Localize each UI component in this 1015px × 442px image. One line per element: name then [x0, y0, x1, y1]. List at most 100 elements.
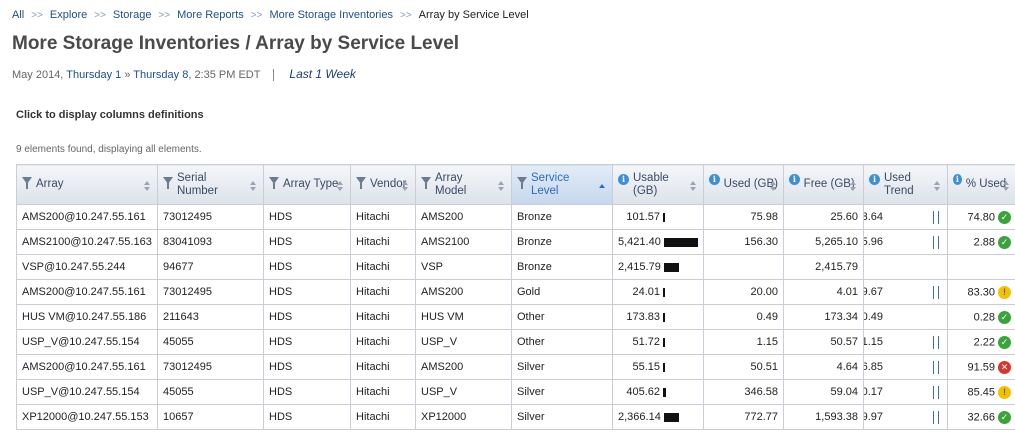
trend-sparkline[interactable] — [933, 286, 939, 299]
column-header-array-type[interactable]: Array Type — [263, 164, 351, 205]
usable-bar-track — [661, 236, 699, 248]
table-row: AMS200@10.247.55.161 73012495 HDS Hitachi AM… — [16, 204, 1015, 230]
column-header-content: Array Model — [421, 172, 506, 198]
usable-bar-track — [660, 386, 698, 398]
column-header-used-trend[interactable]: i Used Trend — [863, 164, 948, 205]
usable-bar — [663, 312, 665, 322]
cell-array: AMS200@10.247.55.161 — [16, 279, 158, 305]
filter-icon[interactable] — [163, 177, 173, 189]
column-header-serial-number[interactable]: Serial Number — [157, 164, 264, 205]
percent-value: 32.66 — [967, 410, 995, 423]
breadcrumb-item-explore[interactable]: Explore — [50, 9, 87, 21]
table-header-row: Array Serial Number Array Type Vendor Array … — [16, 164, 1015, 205]
filter-icon[interactable] — [269, 177, 279, 189]
sort-ascending-icon[interactable] — [599, 181, 605, 191]
sort-icon[interactable] — [337, 181, 343, 191]
column-header-vendor[interactable]: Vendor — [350, 164, 416, 205]
sort-icon[interactable] — [1003, 181, 1009, 191]
sort-icon[interactable] — [498, 181, 504, 191]
column-header-content: i Used (GB) — [709, 174, 778, 191]
breadcrumb: All >> Explore >> Storage >> More Reports >> Mor… — [12, 9, 529, 21]
percent-value: 74.80 — [967, 210, 995, 223]
column-header-usable-gb[interactable]: i Usable (GB) — [612, 164, 704, 205]
inventory-table: Array Serial Number Array Type Vendor Array … — [16, 164, 1015, 430]
status-ok-icon: ✓ — [998, 235, 1011, 249]
trend-sparkline[interactable] — [933, 386, 939, 399]
cell-free: 59.04 — [783, 379, 864, 405]
usable-bar — [663, 337, 665, 347]
status-critical-icon: ✕ — [998, 360, 1011, 374]
column-header-used[interactable]: i% Used — [947, 164, 1015, 205]
cell-vendor: Hitachi — [350, 354, 416, 380]
cell-array-type: HDS — [263, 204, 351, 230]
breadcrumb-item-storage[interactable]: Storage — [113, 9, 152, 21]
breadcrumb-separator: >> — [31, 10, 43, 21]
cell-serial: 211643 — [157, 304, 264, 330]
table-row: USP_V@10.247.55.154 45055 HDS Hitachi USP_V O… — [16, 329, 1015, 355]
column-header-used-gb[interactable]: i Used (GB) — [703, 164, 784, 205]
cell-used: 75.98 — [703, 204, 784, 230]
filter-icon[interactable] — [356, 177, 366, 189]
sort-icon[interactable] — [850, 181, 856, 191]
sort-icon[interactable] — [690, 181, 696, 191]
sort-icon[interactable] — [250, 181, 256, 191]
breadcrumb-separator: >> — [158, 10, 171, 21]
cell-serial: 73012495 — [157, 279, 264, 305]
trend-sparkline[interactable] — [933, 411, 939, 424]
sort-icon[interactable] — [770, 181, 776, 191]
cell-array-model: XP12000 — [415, 404, 512, 430]
column-header-array[interactable]: Array — [16, 164, 158, 205]
info-icon[interactable]: i — [709, 174, 720, 185]
status-warning-icon: ! — [998, 285, 1011, 299]
breadcrumb-item-more-reports[interactable]: More Reports — [177, 9, 244, 21]
percent-value: 2.88 — [973, 235, 995, 248]
breadcrumb-item-array-by-service-level: Array by Service Level — [418, 9, 529, 21]
filter-icon[interactable] — [517, 177, 527, 189]
cell-free: 25.60 — [783, 204, 864, 230]
usable-value: 405.62 — [626, 386, 660, 398]
info-icon[interactable]: i — [869, 174, 880, 185]
table-row: HUS VM@10.247.55.186 211643 HDS Hitachi HUS … — [16, 304, 1015, 330]
cell-array: VSP@10.247.55.244 — [16, 254, 158, 280]
cell-usable: 173.83 — [612, 304, 704, 330]
sort-icon[interactable] — [402, 181, 408, 191]
date-start-link[interactable]: Thursday 1 — [66, 69, 121, 81]
cell-array-model: AMS200 — [415, 354, 512, 380]
cell-usable: 51.72 — [612, 329, 704, 355]
info-icon[interactable]: i — [789, 174, 800, 185]
sort-icon[interactable] — [144, 181, 150, 191]
sort-icon[interactable] — [934, 181, 940, 191]
column-definitions-link[interactable]: Click to display columns definitions — [16, 109, 204, 121]
column-header-service-level[interactable]: Service Level — [511, 164, 613, 205]
cell-used: 346.58 — [703, 379, 784, 405]
trend-sparkline[interactable] — [933, 361, 939, 374]
date-time: , 2:35 PM EDT — [188, 69, 261, 81]
date-end-link[interactable]: Thursday 8 — [133, 69, 188, 81]
trend-sparkline[interactable] — [933, 236, 939, 249]
breadcrumb-item-all[interactable]: All — [12, 9, 24, 21]
date-preset-link[interactable]: Last 1 Week — [289, 67, 355, 81]
cell-array-model: HUS VM — [415, 304, 512, 330]
cell-serial: 73012495 — [157, 204, 264, 230]
element-count: 9 elements found, displaying all element… — [16, 144, 202, 155]
cell-service-level: Other — [511, 329, 613, 355]
cell-used — [703, 254, 784, 280]
cell-serial: 83041093 — [157, 229, 264, 255]
cell-serial: 45055 — [157, 329, 264, 355]
status-warning-icon: ! — [998, 385, 1011, 399]
cell-vendor: Hitachi — [350, 329, 416, 355]
filter-icon[interactable] — [421, 177, 431, 189]
cell-array-model: USP_V — [415, 379, 512, 405]
breadcrumb-item-more-storage-inventories[interactable]: More Storage Inventories — [269, 9, 393, 21]
column-header-array-model[interactable]: Array Model — [415, 164, 512, 205]
table-row: AMS2100@10.247.55.163 83041093 HDS Hitachi A… — [16, 229, 1015, 255]
info-icon[interactable]: i — [618, 174, 629, 185]
cell-free: 4.01 — [783, 279, 864, 305]
trend-sparkline[interactable] — [933, 211, 939, 224]
column-header-free-gb[interactable]: i Free (GB) — [783, 164, 864, 205]
info-icon[interactable]: i — [953, 174, 962, 185]
trend-sparkline[interactable] — [933, 336, 939, 349]
cell-service-level: Bronze — [511, 204, 613, 230]
filter-icon[interactable] — [22, 177, 32, 189]
cell-serial: 73012495 — [157, 354, 264, 380]
